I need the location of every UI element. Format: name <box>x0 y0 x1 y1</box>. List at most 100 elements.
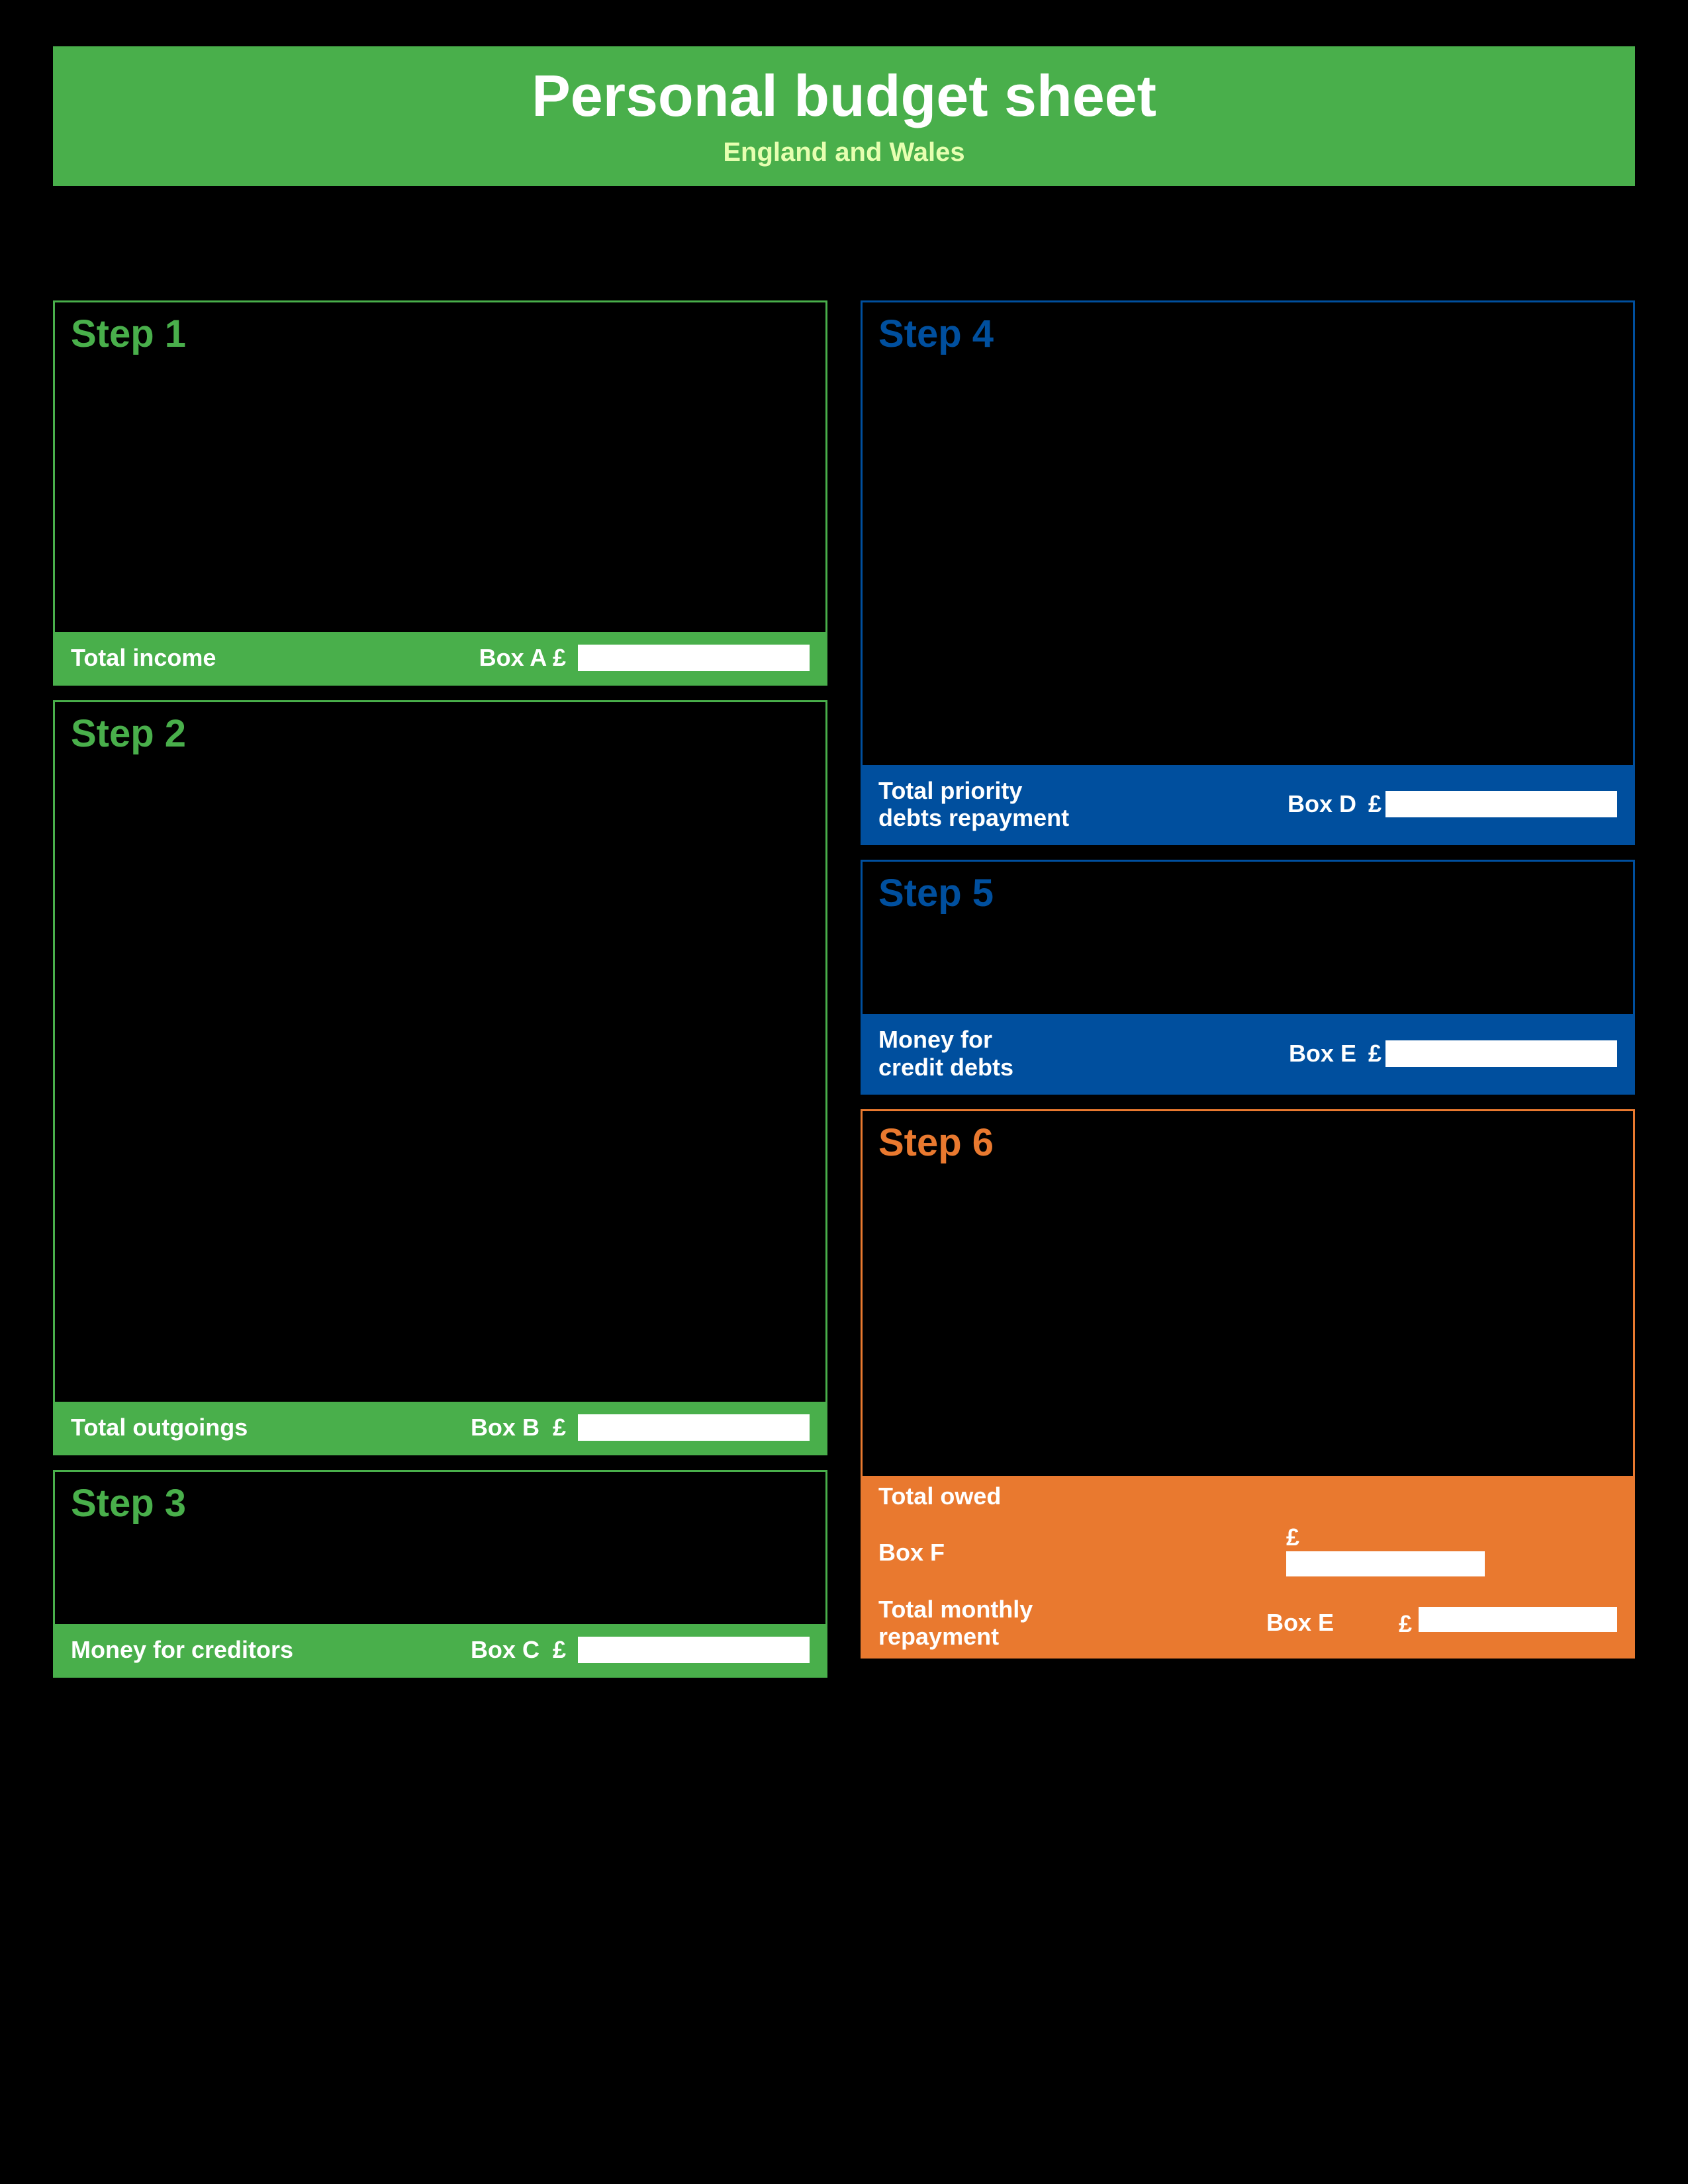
creditor-field[interactable] <box>878 1412 1114 1432</box>
step6-repay-field[interactable] <box>1419 1607 1617 1632</box>
detail-row: Children <box>69 1829 812 1854</box>
repay-field[interactable] <box>1384 619 1563 639</box>
step3-total-field[interactable] <box>578 1637 810 1663</box>
amount-field[interactable] <box>585 1228 810 1248</box>
repay-field[interactable] <box>1384 648 1563 668</box>
offer-field[interactable] <box>1384 1355 1563 1375</box>
step4-heading: Priority debts <box>1011 321 1199 354</box>
owed-field[interactable] <box>1133 619 1311 639</box>
offer-field[interactable] <box>1384 1385 1563 1404</box>
owed-field[interactable] <box>1133 484 1311 504</box>
owed-field[interactable] <box>1133 1325 1311 1345</box>
owed-field[interactable] <box>1133 591 1311 611</box>
repay-field[interactable] <box>1384 563 1563 582</box>
form-row: Food & housekeeping£ <box>71 1085 810 1107</box>
amount-field[interactable] <box>585 1171 810 1191</box>
step1-total-field[interactable] <box>578 645 810 671</box>
owed-field[interactable] <box>1133 563 1311 582</box>
owed-field[interactable] <box>1133 705 1311 725</box>
amount-field[interactable] <box>611 1535 810 1555</box>
step6-owed-field[interactable] <box>1286 1551 1485 1576</box>
amount-field[interactable] <box>585 515 810 535</box>
form-row: Maintenance / child support£ <box>71 1170 810 1192</box>
owed-field[interactable] <box>1133 1265 1311 1285</box>
owed-field[interactable] <box>1133 455 1311 475</box>
owed-field[interactable] <box>1133 1444 1311 1464</box>
amount-field[interactable] <box>1419 926 1617 946</box>
amount-field[interactable] <box>585 1142 810 1162</box>
amount-field[interactable] <box>585 1057 810 1077</box>
owed-field[interactable] <box>1133 1385 1311 1404</box>
owed-field[interactable] <box>1133 733 1311 753</box>
repay-field[interactable] <box>1384 676 1563 696</box>
form-row: TV licence£ <box>71 1113 810 1135</box>
amount-field[interactable] <box>585 972 810 991</box>
amount-field[interactable] <box>585 486 810 506</box>
amount-field[interactable] <box>585 1313 810 1333</box>
amount-field[interactable] <box>585 1370 810 1390</box>
detail-field[interactable] <box>120 1866 812 1886</box>
repay-field[interactable] <box>1384 591 1563 611</box>
amount-field[interactable] <box>585 430 810 449</box>
detail-row: Address <box>69 1737 812 1761</box>
row-label: Council Tax <box>71 971 565 993</box>
amount-field[interactable] <box>1419 954 1617 974</box>
detail-field[interactable] <box>75 1769 812 1789</box>
amount-field[interactable] <box>585 943 810 963</box>
owed-field[interactable] <box>1133 1414 1311 1434</box>
amount-field[interactable] <box>585 1085 810 1105</box>
creditor-field[interactable] <box>878 1263 1114 1283</box>
creditor-field[interactable] <box>878 1383 1114 1402</box>
offer-field[interactable] <box>1384 1265 1563 1285</box>
amount-field[interactable] <box>585 401 810 421</box>
form-row: Second mortgage arrears£ £ <box>878 512 1617 555</box>
step4-total-field[interactable] <box>1385 791 1617 817</box>
amount-field[interactable] <box>585 1342 810 1361</box>
amount-field[interactable] <box>585 915 810 934</box>
amount-field[interactable] <box>585 1028 810 1048</box>
repay-field[interactable] <box>1384 733 1563 753</box>
creditor-field[interactable] <box>878 1353 1114 1373</box>
amount-field[interactable] <box>611 1564 810 1584</box>
step5-total-field[interactable] <box>1385 1040 1617 1067</box>
offer-field[interactable] <box>1384 1414 1563 1434</box>
owed-field[interactable] <box>1133 648 1311 668</box>
creditor-field[interactable] <box>878 1442 1114 1462</box>
owed-field[interactable] <box>1133 1295 1311 1315</box>
form-row: Child Benefit£ <box>71 457 810 479</box>
amount-field[interactable] <box>585 1114 810 1134</box>
repay-field[interactable] <box>1384 705 1563 725</box>
amount-field[interactable] <box>585 572 810 592</box>
amount-field[interactable] <box>585 1199 810 1219</box>
offer-field[interactable] <box>1384 1325 1563 1345</box>
owed-field[interactable] <box>1133 523 1311 543</box>
repay-field[interactable] <box>1384 455 1563 475</box>
detail-field[interactable] <box>153 1741 812 1761</box>
detail-field[interactable] <box>154 1834 812 1854</box>
form-row: Maintenance arrears£ £ <box>878 676 1617 698</box>
creditor-field[interactable] <box>878 1293 1114 1313</box>
amount-field[interactable] <box>585 458 810 478</box>
amount-field[interactable] <box>585 1000 810 1020</box>
owed-field[interactable] <box>1133 676 1311 696</box>
amount-field[interactable] <box>1419 983 1617 1003</box>
offer-field[interactable] <box>1384 1295 1563 1315</box>
amount-field[interactable] <box>611 1592 810 1612</box>
amount-field[interactable] <box>585 801 810 821</box>
amount-field[interactable] <box>585 1256 810 1276</box>
creditor-field[interactable] <box>878 1323 1114 1343</box>
amount-field[interactable] <box>585 1285 810 1304</box>
detail-field[interactable] <box>451 1801 812 1821</box>
repay-field[interactable] <box>1384 523 1563 543</box>
offer-field[interactable] <box>1384 1444 1563 1464</box>
amount-field[interactable] <box>585 600 810 620</box>
step2-total-field[interactable] <box>578 1414 810 1441</box>
amount-field[interactable] <box>585 543 810 563</box>
owed-field[interactable] <box>1133 1355 1311 1375</box>
repay-field[interactable] <box>1384 484 1563 504</box>
amount-field[interactable] <box>585 886 810 906</box>
amount-field[interactable] <box>585 829 810 849</box>
form-row: Wages or salary£ <box>71 400 810 422</box>
amount-field[interactable] <box>585 858 810 878</box>
detail-field[interactable] <box>132 1709 812 1729</box>
